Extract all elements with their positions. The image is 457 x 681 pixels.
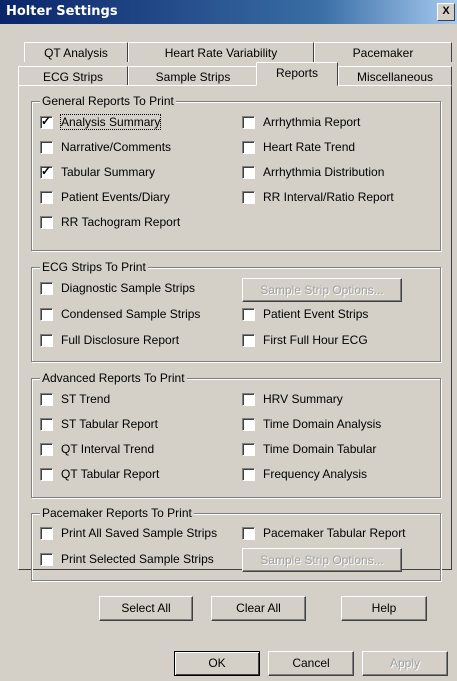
checkbox-box[interactable] xyxy=(40,442,53,456)
arrhythmia-report-checkbox[interactable]: Arrhythmia Report xyxy=(242,115,360,129)
checkbox-box[interactable] xyxy=(242,417,255,431)
st-trend-checkbox[interactable]: ST Trend xyxy=(40,392,110,406)
close-button[interactable]: X xyxy=(437,3,455,21)
checkbox-box[interactable] xyxy=(242,165,255,179)
qt-tabular-report-checkbox[interactable]: QT Tabular Report xyxy=(40,467,159,481)
hrv-summary-checkbox[interactable]: HRV Summary xyxy=(242,392,343,406)
checkbox-box[interactable] xyxy=(40,552,53,566)
select-all-button[interactable]: Select All xyxy=(99,596,193,621)
checkbox-box[interactable] xyxy=(40,140,53,154)
pacemaker-sample-strip-options-button[interactable]: Sample Strip Options... xyxy=(242,548,402,572)
print-selected-sample-strips-checkbox[interactable]: Print Selected Sample Strips xyxy=(40,552,214,566)
title-bar[interactable]: Holter Settings X xyxy=(0,0,457,24)
help-button[interactable]: Help xyxy=(341,596,427,621)
checkbox-box[interactable] xyxy=(40,392,53,406)
tabular-summary-checkbox[interactable]: Tabular Summary xyxy=(40,164,155,179)
pacemaker-reports-title: Pacemaker Reports To Print xyxy=(40,506,194,520)
arrhythmia-distribution-checkbox[interactable]: Arrhythmia Distribution xyxy=(242,165,384,179)
general-reports-title: General Reports To Print xyxy=(40,94,176,108)
checkbox-box[interactable] xyxy=(40,417,53,431)
checkbox-box[interactable] xyxy=(242,467,255,481)
checkbox-box[interactable] xyxy=(40,281,53,295)
tab-reports[interactable]: Reports xyxy=(256,62,338,86)
tab-miscellaneous[interactable]: Miscellaneous xyxy=(338,66,452,86)
pacemaker-reports-group: Pacemaker Reports To Print Print All Sav… xyxy=(31,506,441,581)
frequency-analysis-checkbox[interactable]: Frequency Analysis xyxy=(242,467,367,481)
general-reports-group: General Reports To Print Analysis Summar… xyxy=(31,94,441,251)
tab-heart-rate-variability[interactable]: Heart Rate Variability xyxy=(128,42,314,62)
checkbox-box[interactable] xyxy=(40,215,53,229)
checkbox-box[interactable] xyxy=(40,526,53,540)
window-title: Holter Settings xyxy=(6,4,118,19)
narrative-comments-checkbox[interactable]: Narrative/Comments xyxy=(40,140,171,154)
checkbox-box[interactable] xyxy=(242,333,255,347)
checkbox-box[interactable] xyxy=(242,442,255,456)
patient-event-strips-checkbox[interactable]: Patient Event Strips xyxy=(242,307,368,321)
advanced-reports-group: Advanced Reports To Print ST Trend ST Ta… xyxy=(31,371,441,498)
ok-button[interactable]: OK xyxy=(174,651,260,676)
cancel-button[interactable]: Cancel xyxy=(268,651,354,676)
diagnostic-sample-strips-checkbox[interactable]: Diagnostic Sample Strips xyxy=(40,281,195,295)
checkbox-box[interactable] xyxy=(40,467,53,481)
condensed-sample-strips-checkbox[interactable]: Condensed Sample Strips xyxy=(40,307,200,321)
patient-events-diary-checkbox[interactable]: Patient Events/Diary xyxy=(40,190,170,204)
tab-sample-strips[interactable]: Sample Strips xyxy=(128,66,258,86)
heart-rate-trend-checkbox[interactable]: Heart Rate Trend xyxy=(242,140,355,154)
checkbox-box[interactable] xyxy=(242,140,255,154)
ecg-sample-strip-options-button[interactable]: Sample Strip Options... xyxy=(242,278,402,302)
qt-interval-trend-checkbox[interactable]: QT Interval Trend xyxy=(40,442,154,456)
checkbox-box[interactable] xyxy=(40,190,53,204)
reports-panel: General Reports To Print Analysis Summar… xyxy=(18,85,452,621)
first-full-hour-ecg-checkbox[interactable]: First Full Hour ECG xyxy=(242,333,368,347)
time-domain-tabular-checkbox[interactable]: Time Domain Tabular xyxy=(242,442,376,456)
clear-all-button[interactable]: Clear All xyxy=(211,596,306,621)
apply-button[interactable]: Apply xyxy=(362,651,448,676)
checkbox-box[interactable] xyxy=(40,333,53,347)
tab-pacemaker[interactable]: Pacemaker xyxy=(314,42,452,62)
pacemaker-tabular-report-checkbox[interactable]: Pacemaker Tabular Report xyxy=(242,526,406,540)
print-all-saved-sample-strips-checkbox[interactable]: Print All Saved Sample Strips xyxy=(40,526,217,540)
full-disclosure-report-checkbox[interactable]: Full Disclosure Report xyxy=(40,333,179,347)
rr-interval-ratio-report-checkbox[interactable]: RR Interval/Ratio Report xyxy=(242,190,394,204)
checkbox-box[interactable] xyxy=(242,307,255,321)
checkbox-box[interactable] xyxy=(242,526,255,540)
advanced-reports-title: Advanced Reports To Print xyxy=(40,371,187,385)
checkbox-box[interactable] xyxy=(40,307,53,321)
tab-qt-analysis[interactable]: QT Analysis xyxy=(24,42,128,62)
checkbox-box[interactable] xyxy=(40,164,53,179)
analysis-summary-checkbox[interactable]: Analysis Summary xyxy=(40,114,162,130)
checkbox-box[interactable] xyxy=(40,114,53,129)
time-domain-analysis-checkbox[interactable]: Time Domain Analysis xyxy=(242,417,381,431)
tab-ecg-strips[interactable]: ECG Strips xyxy=(18,66,128,86)
checkbox-box[interactable] xyxy=(242,190,255,204)
st-tabular-report-checkbox[interactable]: ST Tabular Report xyxy=(40,417,158,431)
holter-settings-window: Holter Settings X QT Analysis Heart Rate… xyxy=(0,0,457,681)
checkbox-box[interactable] xyxy=(242,392,255,406)
ecg-strips-title: ECG Strips To Print xyxy=(40,260,148,274)
ecg-strips-group: ECG Strips To Print Diagnostic Sample St… xyxy=(31,260,441,362)
rr-tachogram-report-checkbox[interactable]: RR Tachogram Report xyxy=(40,215,180,229)
checkbox-box[interactable] xyxy=(242,115,255,129)
